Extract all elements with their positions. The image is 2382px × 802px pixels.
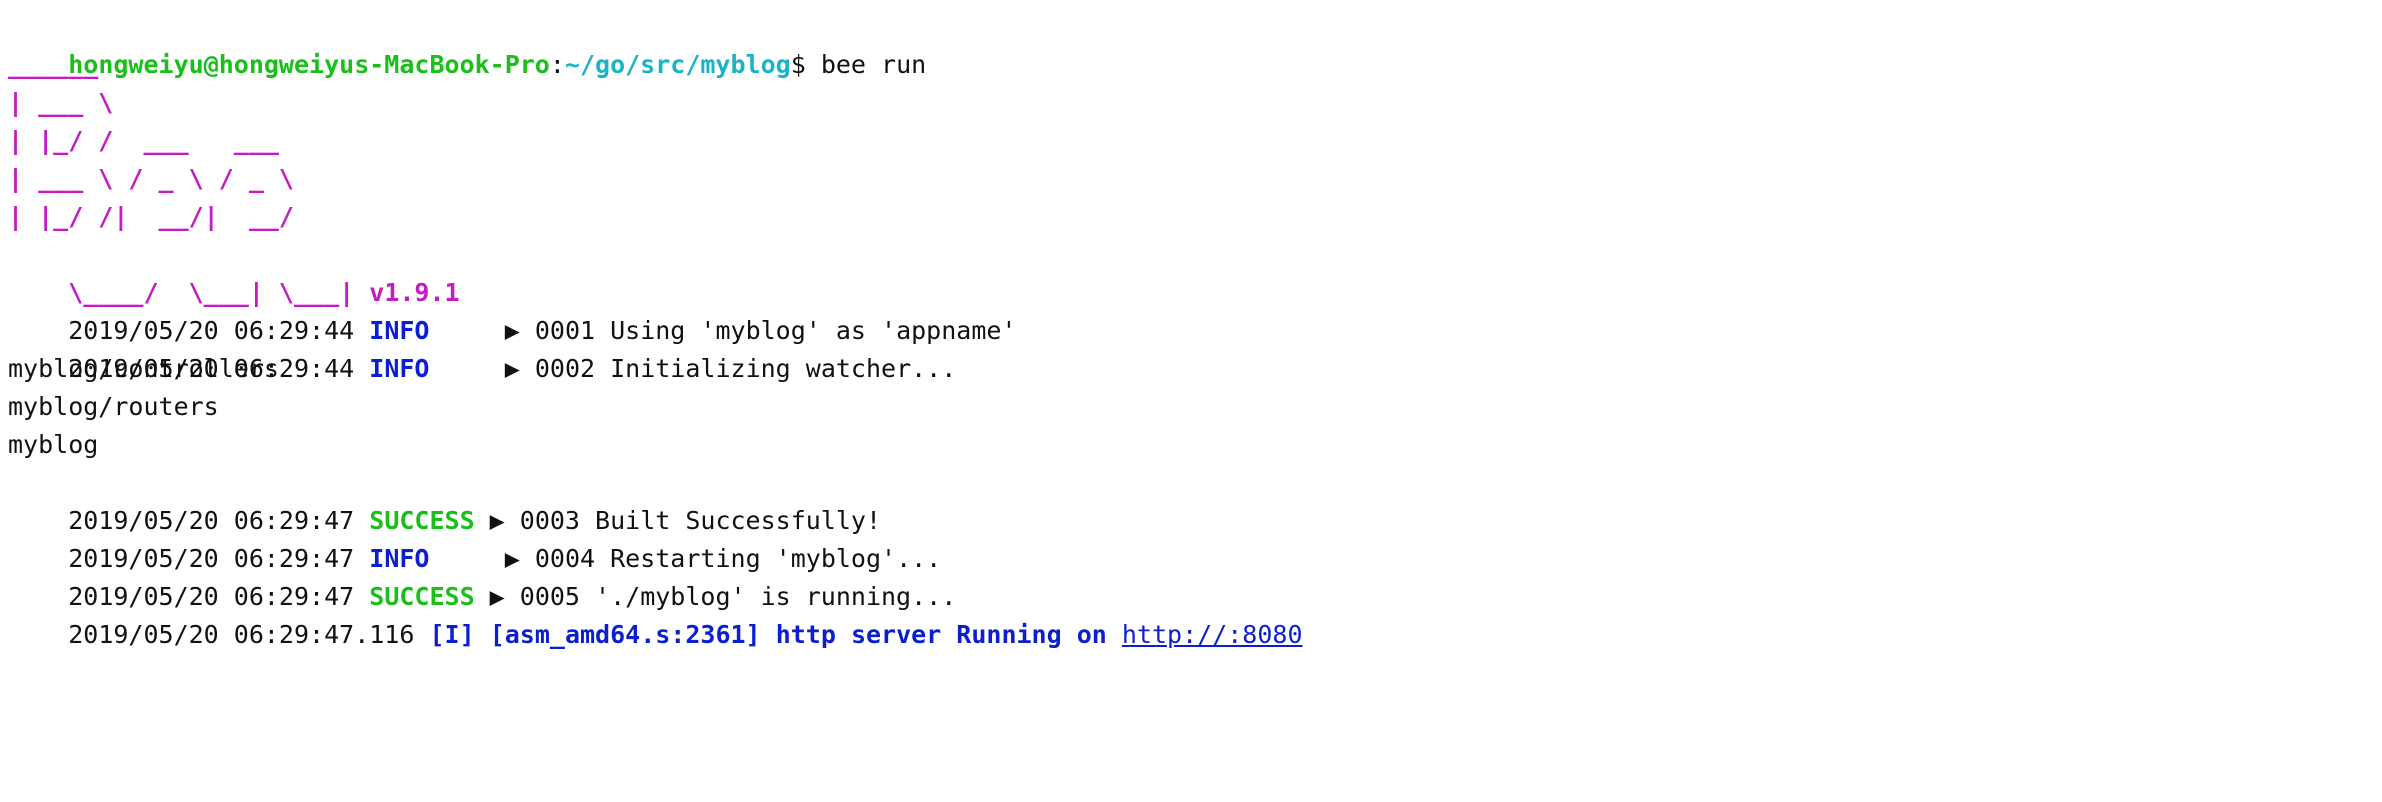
banner-line-6-art: \____/ \___| \___|	[68, 278, 355, 307]
log-timestamp: 2019/05/20 06:29:47	[68, 582, 355, 611]
package-line: myblog	[8, 430, 99, 459]
log-line: 2019/05/20 06:29:47 SUCCESS ▶ 0003 Built…	[8, 464, 2382, 535]
prompt-command: bee run	[820, 50, 927, 79]
prompt-path: ~/go/src/myblog	[564, 50, 791, 79]
prompt-separator: :	[549, 50, 565, 79]
terminal-window[interactable]: hongweiyu@hongweiyus-MacBook-Pro:~/go/sr…	[0, 0, 2382, 802]
log-level-success: SUCCESS	[369, 582, 475, 611]
banner-line-5: | |_/ /| __/| __/	[8, 202, 294, 231]
log-level-spacer	[429, 316, 474, 345]
server-message: http server Running on	[775, 620, 1107, 649]
server-timestamp: 2019/05/20 06:29:47.116	[68, 620, 415, 649]
package-line: myblog/routers	[8, 392, 219, 421]
log-level-info: INFO	[369, 354, 430, 383]
server-url-link[interactable]: http://:8080	[1122, 620, 1303, 649]
log-level-success: SUCCESS	[369, 506, 475, 535]
banner-version: v1.9.1	[369, 278, 460, 307]
log-message: ▶ 0002 Initializing watcher...	[474, 354, 957, 383]
banner-line-2: | ___ \	[8, 88, 114, 117]
prompt-user-host: hongweiyu@hongweiyus-MacBook-Pro	[68, 50, 550, 79]
log-timestamp: 2019/05/20 06:29:47	[68, 544, 355, 573]
log-timestamp: 2019/05/20 06:29:47	[68, 506, 355, 535]
log-level-spacer	[429, 544, 474, 573]
server-tag: [I]	[429, 620, 475, 649]
log-level-info: INFO	[369, 544, 430, 573]
log-message: ▶ 0003 Built Successfully!	[474, 506, 882, 535]
banner-line-4: | ___ \ / _ \ / _ \	[8, 164, 294, 193]
banner-line-3: | |_/ / ___ ___	[8, 126, 279, 155]
log-message: ▶ 0005 './myblog' is running...	[474, 582, 957, 611]
log-message: ▶ 0004 Restarting 'myblog'...	[474, 544, 942, 573]
log-message: ▶ 0001 Using 'myblog' as 'appname'	[474, 316, 1017, 345]
log-timestamp: 2019/05/20 06:29:44	[68, 316, 355, 345]
server-source: [asm_amd64.s:2361]	[489, 620, 761, 649]
prompt-line: hongweiyu@hongweiyus-MacBook-Pro:~/go/sr…	[8, 8, 2382, 79]
log-level-spacer	[429, 354, 474, 383]
banner-line-6: \____/ \___| \___| v1.9.1	[8, 236, 2382, 307]
prompt-symbol: $	[790, 50, 821, 79]
log-level-info: INFO	[369, 316, 430, 345]
